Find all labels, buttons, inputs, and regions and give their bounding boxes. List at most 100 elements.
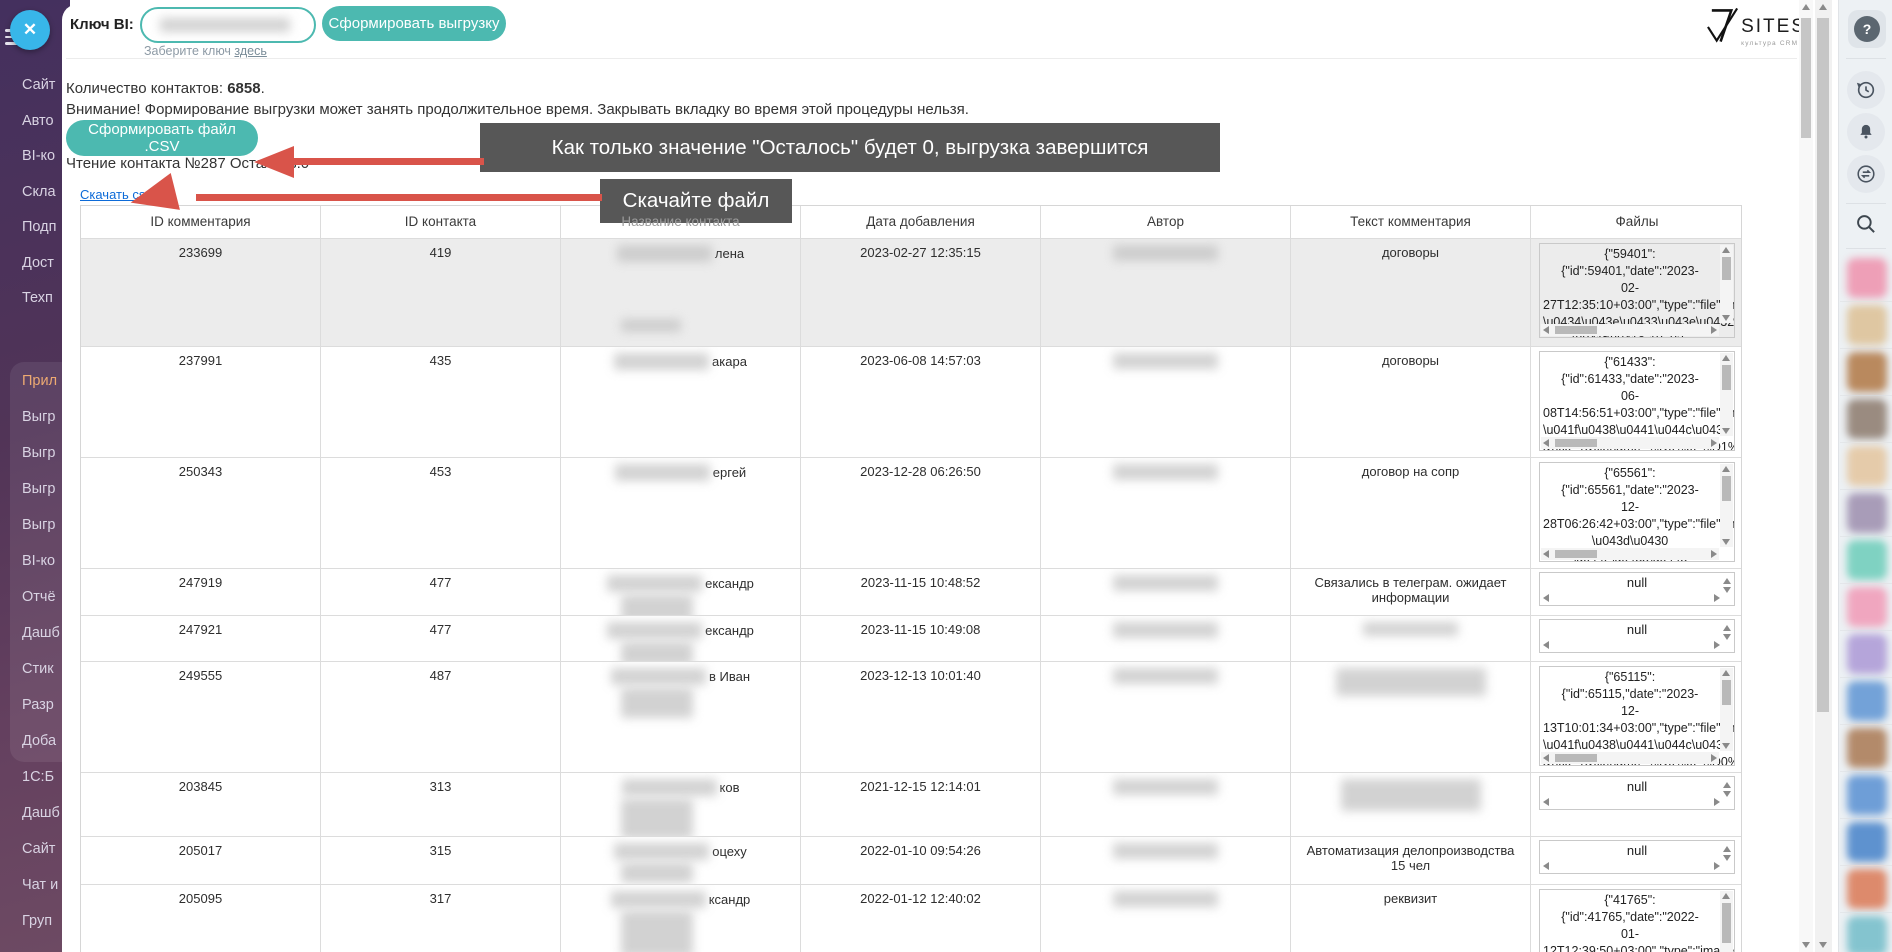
files-json-box[interactable]: {"41765":{"id":41765,"date":"2022-01-12T…: [1539, 889, 1735, 952]
cell-comment-text: Автоматизация делопроизводства 15 чел: [1291, 837, 1531, 884]
vertical-scrollbar[interactable]: [1720, 891, 1733, 952]
scrollbar-thumb[interactable]: [1722, 476, 1731, 501]
horizontal-scrollbar[interactable]: [1541, 752, 1719, 764]
vertical-scrollbar[interactable]: [1720, 464, 1733, 547]
horizontal-scrollbar[interactable]: [1541, 548, 1719, 560]
spinner-down-icon[interactable]: [1723, 634, 1731, 640]
avatar[interactable]: [1847, 258, 1887, 298]
redacted-author: [1113, 779, 1218, 795]
spinner-up-icon[interactable]: [1723, 625, 1731, 631]
close-panel-button[interactable]: ✕: [10, 10, 50, 50]
history-button[interactable]: [1847, 71, 1885, 109]
scroll-right-icon[interactable]: [1711, 326, 1717, 334]
spinner-up-icon[interactable]: [1723, 782, 1731, 788]
redacted-author: [1113, 575, 1218, 591]
scroll-left-icon[interactable]: [1543, 798, 1549, 806]
avatar[interactable]: [1847, 446, 1887, 486]
scroll-left-icon[interactable]: [1543, 550, 1549, 558]
scroll-up-icon[interactable]: [1722, 247, 1730, 253]
spinner-up-icon[interactable]: [1723, 578, 1731, 584]
avatar[interactable]: [1847, 634, 1887, 674]
generate-export-button[interactable]: Сформировать выгрузку: [322, 6, 506, 41]
scrollbar-thumb[interactable]: [1555, 754, 1597, 762]
files-null-box[interactable]: null: [1539, 776, 1735, 810]
help-button[interactable]: ?: [1848, 10, 1886, 48]
scrollbar-thumb[interactable]: [1722, 365, 1731, 390]
outer-scrollbar[interactable]: [1815, 0, 1832, 952]
horizontal-scrollbar[interactable]: [1541, 437, 1719, 449]
scrollbar-thumb[interactable]: [1801, 18, 1811, 138]
vertical-scrollbar[interactable]: [1720, 353, 1733, 436]
redacted-author: [1113, 622, 1218, 638]
generate-csv-button[interactable]: Сформировать файл .CSV: [66, 120, 258, 156]
avatar[interactable]: [1847, 822, 1887, 862]
avatar[interactable]: [1847, 399, 1887, 439]
scrollbar-thumb[interactable]: [1555, 550, 1597, 558]
files-json-box[interactable]: {"65561":{"id":65561,"date":"2023-12-28T…: [1539, 462, 1735, 562]
scroll-right-icon[interactable]: [1711, 550, 1717, 558]
scroll-down-icon[interactable]: [1722, 428, 1730, 434]
scroll-left-icon[interactable]: [1543, 326, 1549, 334]
scroll-left-icon[interactable]: [1543, 754, 1549, 762]
scroll-down-icon[interactable]: [1722, 315, 1730, 321]
cell-author: [1041, 773, 1291, 836]
avatar[interactable]: [1847, 493, 1887, 533]
avatar[interactable]: [1847, 775, 1887, 815]
files-null-box[interactable]: null: [1539, 572, 1735, 606]
scroll-right-icon[interactable]: [1714, 594, 1720, 602]
scroll-up-icon[interactable]: [1722, 670, 1730, 676]
scrollbar-thumb[interactable]: [1555, 326, 1597, 334]
scroll-right-icon[interactable]: [1714, 798, 1720, 806]
spinner-down-icon[interactable]: [1723, 791, 1731, 797]
notifications-button[interactable]: [1847, 113, 1885, 151]
key-hint-link[interactable]: здесь: [234, 44, 266, 58]
avatar[interactable]: [1847, 540, 1887, 580]
avatar[interactable]: [1847, 305, 1887, 345]
scroll-up-icon[interactable]: [1722, 355, 1730, 361]
bi-key-input[interactable]: [140, 7, 316, 43]
avatar[interactable]: [1847, 869, 1887, 909]
avatar[interactable]: [1847, 587, 1887, 627]
scrollbar-thumb[interactable]: [1722, 903, 1731, 943]
search-button[interactable]: [1853, 211, 1879, 242]
scroll-down-icon[interactable]: [1802, 942, 1810, 948]
files-null-box[interactable]: null: [1539, 619, 1735, 653]
avatar[interactable]: [1847, 916, 1887, 952]
files-json-box[interactable]: {"65115":{"id":65115,"date":"2023-12-13T…: [1539, 666, 1735, 766]
scrollbar-thumb[interactable]: [1555, 439, 1597, 447]
scroll-right-icon[interactable]: [1714, 641, 1720, 649]
column-header-label: Файлы: [1616, 214, 1659, 229]
scroll-up-icon[interactable]: [1722, 466, 1730, 472]
scroll-left-icon[interactable]: [1543, 594, 1549, 602]
scroll-right-icon[interactable]: [1711, 754, 1717, 762]
files-json-box[interactable]: {"59401":{"id":59401,"date":"2023-02-27T…: [1539, 243, 1735, 338]
scroll-up-icon[interactable]: [1802, 4, 1810, 10]
scroll-left-icon[interactable]: [1543, 641, 1549, 649]
scrollbar-thumb[interactable]: [1722, 680, 1731, 705]
scrollbar-thumb[interactable]: [1817, 18, 1829, 712]
avatar[interactable]: [1847, 352, 1887, 392]
dialogs-button[interactable]: [1847, 155, 1885, 193]
scroll-up-icon[interactable]: [1819, 4, 1827, 10]
scroll-right-icon[interactable]: [1714, 862, 1720, 870]
horizontal-scrollbar[interactable]: [1541, 324, 1719, 336]
avatar[interactable]: [1847, 728, 1887, 768]
files-null-box[interactable]: null: [1539, 840, 1735, 874]
spinner-down-icon[interactable]: [1723, 855, 1731, 861]
scroll-down-icon[interactable]: [1722, 743, 1730, 749]
scroll-left-icon[interactable]: [1543, 439, 1549, 447]
inner-scrollbar[interactable]: [1799, 0, 1813, 952]
scroll-down-icon[interactable]: [1819, 942, 1827, 948]
vertical-scrollbar[interactable]: [1720, 245, 1733, 323]
scroll-up-icon[interactable]: [1722, 893, 1730, 899]
scrollbar-thumb[interactable]: [1722, 257, 1731, 280]
scroll-left-icon[interactable]: [1543, 862, 1549, 870]
avatar[interactable]: [1847, 681, 1887, 721]
files-json-box[interactable]: {"61433":{"id":61433,"date":"2023-06-08T…: [1539, 351, 1735, 451]
column-header: Файлы: [1531, 206, 1743, 238]
spinner-up-icon[interactable]: [1723, 846, 1731, 852]
scroll-down-icon[interactable]: [1722, 539, 1730, 545]
vertical-scrollbar[interactable]: [1720, 668, 1733, 751]
spinner-down-icon[interactable]: [1723, 587, 1731, 593]
scroll-right-icon[interactable]: [1711, 439, 1717, 447]
